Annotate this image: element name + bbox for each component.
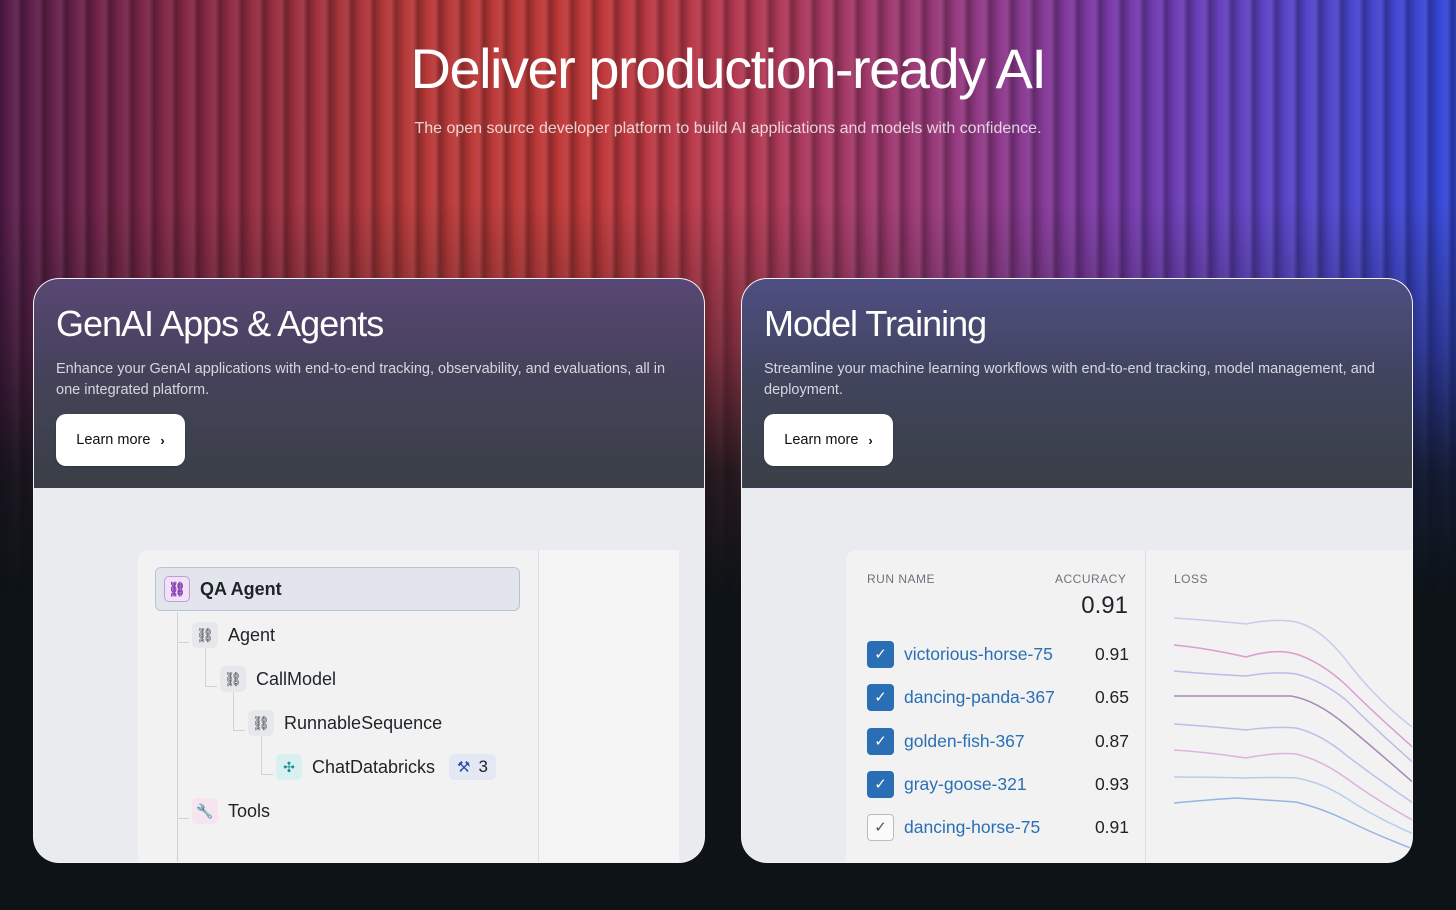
- trace-node-agent[interactable]: ⛓ Agent: [192, 622, 275, 648]
- trace-node-callmodel[interactable]: ⛓ CallModel: [220, 666, 336, 692]
- loss-line: [1173, 776, 1412, 835]
- link-icon: ⛓: [192, 622, 218, 648]
- trace-node-label: Tools: [228, 800, 271, 821]
- card-title: Model Training: [764, 303, 987, 344]
- card-description: Enhance your GenAI applications with end…: [56, 361, 666, 398]
- run-row[interactable]: ✓ victorious-horse-75 0.91: [867, 639, 1129, 669]
- best-accuracy-value: 0.91: [1081, 592, 1128, 619]
- loss-line: [1174, 695, 1412, 783]
- tool-count-badge: ⚒ 3: [449, 754, 496, 780]
- trace-node-label: RunnableSequence: [284, 712, 443, 733]
- run-row[interactable]: ✓ dancing-panda-367 0.65: [867, 682, 1129, 712]
- learn-more-label: Learn more: [76, 432, 151, 448]
- trace-node-root[interactable]: ⛓ QA Agent: [164, 576, 282, 602]
- run-row[interactable]: ✓ gray-goose-321 0.93: [867, 769, 1129, 799]
- trace-node-runnablesequence[interactable]: ⛓ RunnableSequence: [248, 710, 442, 736]
- hammer-icon: ⚒: [457, 759, 471, 776]
- loss-line: [1173, 644, 1412, 748]
- checkbox-checked-icon[interactable]: ✓: [867, 727, 894, 755]
- hero-title: Deliver production-ready AI: [410, 37, 1047, 100]
- runs-table-panel: RUN NAME ACCURACY LOSS 0.91 ✓ victorious…: [846, 550, 1412, 862]
- trace-node-label: CallModel: [256, 668, 337, 689]
- checkbox-unchecked-icon[interactable]: ✓: [867, 813, 894, 841]
- tree-line: [177, 642, 189, 643]
- loss-line: [1173, 797, 1412, 850]
- run-accuracy: 0.93: [1094, 773, 1129, 794]
- run-name[interactable]: dancing-panda-367: [904, 687, 1079, 708]
- tree-line: [261, 774, 273, 775]
- tree-line: [233, 692, 234, 730]
- tree-line: [205, 686, 217, 687]
- trace-node-label: QA Agent: [200, 578, 282, 599]
- tree-line: [177, 818, 189, 819]
- run-row[interactable]: ✓ golden-fish-367 0.87: [867, 726, 1129, 756]
- trace-node-tools[interactable]: 🔧 Tools: [192, 798, 270, 824]
- trace-node-label: Agent: [228, 624, 276, 645]
- checkbox-checked-icon[interactable]: ✓: [867, 640, 894, 668]
- genai-card: GenAI Apps & Agents Enhance your GenAI a…: [33, 278, 705, 863]
- checkbox-checked-icon[interactable]: ✓: [867, 770, 894, 798]
- run-accuracy: 0.87: [1094, 730, 1129, 751]
- accuracy-header: ACCURACY: [1055, 572, 1127, 586]
- chevron-right-icon: ›: [160, 432, 165, 448]
- run-name-header: RUN NAME: [867, 572, 936, 586]
- loss-line: [1173, 749, 1412, 821]
- hero-subtitle: The open source developer platform to bu…: [414, 120, 1042, 137]
- trace-tree-panel: ⛓ QA Agent ⛓ Agent ⛓ CallModel ⛓ Runnabl…: [138, 550, 679, 862]
- trace-node-label: ChatDatabricks: [312, 756, 436, 777]
- link-icon: ⛓: [164, 576, 190, 602]
- card-description: Streamline your machine learning workflo…: [764, 361, 1375, 398]
- card-header: Model Training Streamline your machine l…: [742, 279, 1412, 488]
- checkbox-checked-icon[interactable]: ✓: [867, 683, 894, 711]
- loss-line: [1173, 723, 1412, 804]
- link-icon: ⛓: [248, 710, 274, 736]
- card-title: GenAI Apps & Agents: [56, 303, 384, 344]
- card-preview: RUN NAME ACCURACY LOSS 0.91 ✓ victorious…: [742, 488, 1412, 862]
- run-name[interactable]: golden-fish-367: [904, 731, 1079, 752]
- run-accuracy: 0.65: [1094, 686, 1129, 707]
- chevron-right-icon: ›: [868, 432, 873, 448]
- tree-line: [177, 612, 178, 862]
- model-training-card: Model Training Streamline your machine l…: [741, 278, 1413, 863]
- learn-more-button[interactable]: Learn more ›: [56, 414, 185, 466]
- model-icon: ✣: [276, 754, 302, 780]
- run-name[interactable]: dancing-horse-75: [904, 817, 1079, 838]
- run-accuracy: 0.91: [1094, 816, 1129, 837]
- loss-sparklines: [1173, 617, 1412, 850]
- run-name[interactable]: gray-goose-321: [904, 774, 1079, 795]
- tree-line: [261, 736, 262, 774]
- learn-more-button[interactable]: Learn more ›: [764, 414, 893, 466]
- card-preview: ⛓ QA Agent ⛓ Agent ⛓ CallModel ⛓ Runnabl…: [34, 488, 704, 862]
- tree-line: [233, 730, 245, 731]
- trace-node-chatdatabricks[interactable]: ✣ ChatDatabricks ⚒ 3: [276, 754, 496, 780]
- run-name[interactable]: victorious-horse-75: [904, 644, 1079, 665]
- tree-line: [205, 648, 206, 686]
- tool-count: 3: [478, 757, 488, 776]
- wrench-icon: 🔧: [192, 798, 218, 824]
- run-row[interactable]: ✓ dancing-horse-75 0.91: [867, 812, 1129, 842]
- learn-more-label: Learn more: [784, 432, 859, 448]
- run-accuracy: 0.91: [1094, 643, 1129, 664]
- trace-detail-panel: [539, 550, 679, 862]
- card-header: GenAI Apps & Agents Enhance your GenAI a…: [34, 279, 704, 488]
- link-icon: ⛓: [220, 666, 246, 692]
